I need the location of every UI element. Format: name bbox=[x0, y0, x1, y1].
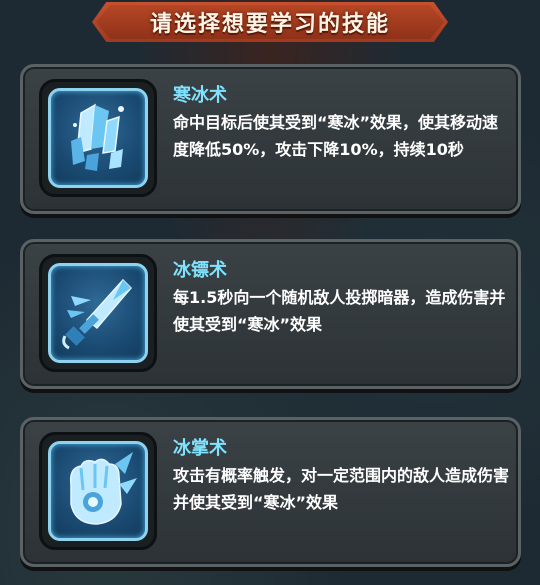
skill-name: 冰掌术 bbox=[173, 438, 227, 459]
skill-description: 每1.5秒向一个随机敌人投掷暗器，造成伤害并使其受到“寒冰”效果 bbox=[173, 288, 506, 334]
skill-description: 命中目标后使其受到“寒冰”效果，使其移动速度降低50%，攻击下降10%，持续10… bbox=[173, 113, 499, 159]
skill-card-3[interactable]: 冰掌术 攻击有概率触发，对一定范围内的敌人造成伤害并使其受到“寒冰”效果 bbox=[20, 417, 521, 567]
title-banner-inner: 请选择想要学习的技能 bbox=[96, 5, 444, 39]
skill-description: 攻击有概率触发，对一定范围内的敌人造成伤害并使其受到“寒冰”效果 bbox=[173, 466, 510, 512]
skill-name: 寒冰术 bbox=[173, 85, 227, 106]
skill-icon-frame bbox=[39, 254, 157, 372]
skill-icon-frame bbox=[39, 79, 157, 197]
skill-name: 冰镖术 bbox=[173, 260, 227, 281]
page-title: 请选择想要学习的技能 bbox=[149, 12, 390, 37]
skill-card-2[interactable]: 冰镖术 每1.5秒向一个随机敌人投掷暗器，造成伤害并使其受到“寒冰”效果 bbox=[20, 239, 521, 389]
ice-crystal-icon bbox=[48, 88, 148, 188]
skill-card-1[interactable]: 寒冰术 命中目标后使其受到“寒冰”效果，使其移动速度降低50%，攻击下降10%，… bbox=[20, 64, 521, 214]
ice-palm-icon bbox=[48, 441, 148, 541]
skill-icon-frame bbox=[39, 432, 157, 550]
ice-dagger-icon bbox=[48, 263, 148, 363]
